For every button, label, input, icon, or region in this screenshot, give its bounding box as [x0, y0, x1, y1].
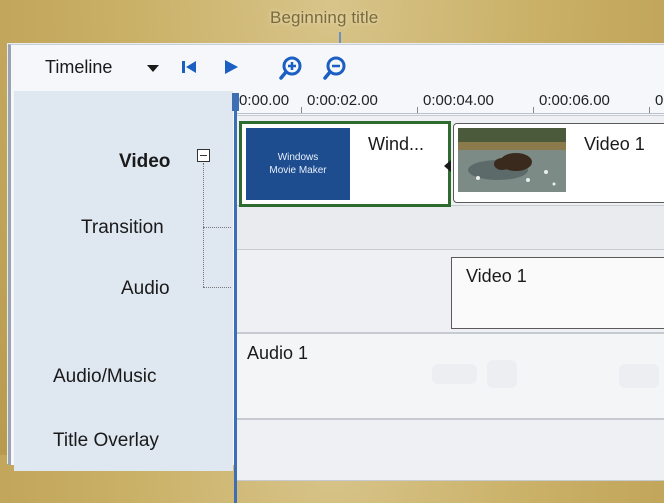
ruler-tick: 0:00:06.00 — [539, 92, 610, 109]
play-icon[interactable] — [219, 55, 243, 79]
trim-handle-icon[interactable] — [444, 160, 451, 172]
zoom-in-icon[interactable] — [278, 55, 304, 81]
title-thumbnail: Windows Movie Maker — [246, 128, 350, 200]
ruler-tick: 0:00.00 — [239, 92, 290, 109]
chevron-down-icon[interactable] — [147, 65, 159, 72]
track-label-title-overlay: Title Overlay — [53, 430, 159, 451]
timeline-toolbar: Timeline — [11, 45, 664, 89]
clip-label: Video 1 — [466, 266, 527, 286]
video-thumbnail — [458, 128, 566, 192]
playhead-handle[interactable] — [232, 93, 239, 111]
track-label-transition: Transition — [81, 217, 164, 238]
collapse-icon[interactable] — [197, 149, 210, 162]
waveform — [487, 360, 517, 388]
thumbnail-text: Movie Maker — [269, 165, 327, 176]
clip-label: Video 1 — [584, 134, 645, 154]
ruler-mark — [649, 107, 650, 113]
ruler-tick: 0 — [655, 92, 664, 109]
music-clip-label[interactable]: Audio 1 — [247, 343, 308, 364]
river-bear-thumbnail — [458, 128, 566, 192]
title-clip[interactable]: Windows Movie Maker Wind... — [239, 121, 451, 207]
waveform — [432, 364, 477, 384]
ruler-mark — [533, 107, 534, 113]
track-label-audio-music: Audio/Music — [53, 366, 157, 387]
track-label-video: Video — [119, 151, 171, 172]
ruler-tick: 0:00:04.00 — [423, 92, 494, 109]
tree-connector — [203, 163, 204, 287]
track-label-audio: Audio — [121, 278, 170, 299]
timeline-window: Timeline Video Transition Audio Audio/Mu… — [8, 44, 664, 503]
thumbnail-text: Windows — [277, 152, 319, 163]
video-clip[interactable]: Video 1 — [453, 123, 664, 203]
zoom-out-icon[interactable] — [322, 55, 348, 81]
timeline-view-label[interactable]: Timeline — [45, 57, 112, 78]
tree-connector — [203, 227, 231, 228]
ruler-mark — [301, 107, 302, 113]
title-overlay-track[interactable] — [237, 419, 664, 481]
time-ruler[interactable]: 0:00.00 0:00:02.00 0:00:04.00 0:00:06.00… — [235, 91, 664, 114]
transition-track[interactable] — [237, 205, 664, 251]
skip-to-start-icon[interactable] — [177, 55, 201, 79]
ruler-tick: 0:00:02.00 — [307, 92, 378, 109]
ruler-mark — [417, 107, 418, 113]
audio-clip[interactable]: Video 1 — [451, 257, 664, 329]
playhead[interactable] — [234, 93, 237, 503]
clip-label: Wind... — [368, 134, 425, 154]
callout-label: Beginning title — [270, 8, 379, 27]
waveform — [619, 364, 659, 388]
tree-connector — [203, 287, 231, 288]
